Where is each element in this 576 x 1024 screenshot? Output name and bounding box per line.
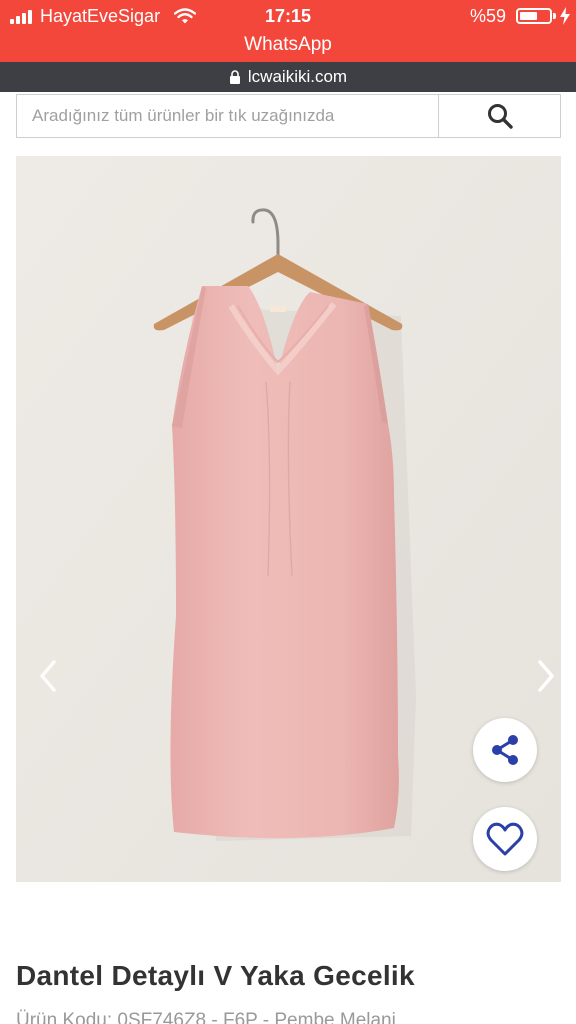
battery-percent: %59 — [470, 6, 507, 26]
product-code: Ürün Kodu: 0SF746Z8 - F6P - Pembe Melanj — [16, 1010, 396, 1024]
search-input[interactable] — [17, 95, 438, 137]
search-bar — [16, 94, 561, 138]
chevron-right-icon[interactable] — [532, 656, 561, 696]
battery-icon — [516, 8, 552, 24]
chevron-left-icon[interactable] — [34, 656, 64, 696]
share-button[interactable] — [473, 718, 537, 782]
product-title: Dantel Detaylı V Yaka Gecelik — [16, 960, 415, 991]
heart-icon — [486, 822, 524, 856]
back-to-app-link[interactable]: WhatsApp — [0, 33, 576, 57]
battery-fill — [520, 12, 537, 20]
share-icon — [492, 735, 518, 765]
search-button[interactable] — [438, 95, 560, 137]
browser-url-bar[interactable]: lcwaikiki.com — [0, 62, 576, 92]
status-bar: HayatEveSigar 17:15 %59 WhatsApp — [0, 0, 576, 62]
product-photo — [16, 156, 561, 882]
battery-tip — [553, 13, 556, 19]
product-image-gallery[interactable] — [16, 156, 561, 882]
favorite-button[interactable] — [473, 807, 537, 871]
charging-icon — [560, 7, 570, 25]
search-icon — [487, 104, 513, 129]
lock-icon — [229, 70, 240, 84]
status-row: HayatEveSigar 17:15 %59 — [0, 5, 576, 29]
url-text: lcwaikiki.com — [247, 67, 348, 86]
